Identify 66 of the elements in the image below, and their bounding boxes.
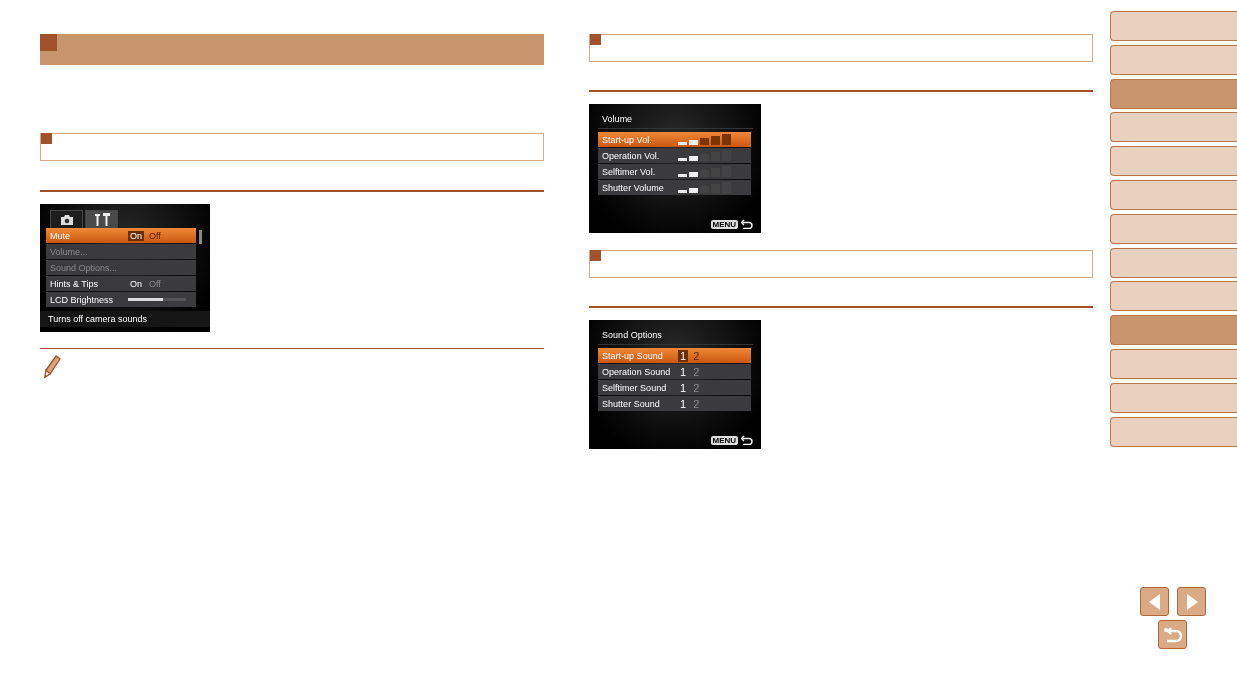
hint-text: Turns off camera sounds xyxy=(40,311,210,327)
tools-icon xyxy=(92,213,111,226)
menu-row[interactable]: Operation Vol. xyxy=(598,148,752,163)
option-value: 2 xyxy=(692,397,701,410)
back-button[interactable] xyxy=(1158,620,1188,650)
chapter-tab[interactable] xyxy=(1110,11,1237,41)
menu-row[interactable]: Shutter Sound 1 2 xyxy=(598,396,752,411)
chapter-tab[interactable] xyxy=(1110,112,1237,143)
option-value: 2 xyxy=(692,381,701,394)
chapter-tab[interactable] xyxy=(1110,315,1237,346)
option-value: Off xyxy=(148,230,162,241)
option-value: 2 xyxy=(692,349,701,362)
menu-label: Mute xyxy=(50,230,71,241)
screen-title: Sound Options xyxy=(598,328,754,345)
brightness-slider xyxy=(128,298,186,301)
menu-label: Start-up Sound xyxy=(602,350,664,361)
menu-tab[interactable] xyxy=(85,210,118,228)
menu-row[interactable]: Selftimer Sound 1 2 xyxy=(598,380,752,395)
menu-label: Start-up Vol. xyxy=(602,134,653,145)
right-arrow-icon xyxy=(1184,592,1199,611)
option-value: On xyxy=(129,278,143,289)
menu-row[interactable]: Selftimer Vol. xyxy=(598,164,752,179)
chapter-tab[interactable] xyxy=(1110,44,1237,75)
chapter-tab[interactable] xyxy=(1110,146,1237,177)
option-value: 1 xyxy=(679,397,688,410)
chapter-tab[interactable] xyxy=(1110,416,1237,447)
menu-row[interactable]: Mute On Off xyxy=(46,228,196,243)
return-icon xyxy=(741,435,754,445)
camera-icon xyxy=(59,214,74,225)
option-value: 1 xyxy=(679,381,688,394)
chapter-tab[interactable] xyxy=(1110,247,1237,278)
return-icon xyxy=(1162,626,1183,643)
option-value: 1 xyxy=(678,349,689,362)
menu-label: LCD Brightness xyxy=(50,294,115,305)
chapter-tab[interactable] xyxy=(1110,78,1237,109)
menu-label: Selftimer Sound xyxy=(602,382,668,393)
menu-label: Hints & Tips xyxy=(50,278,99,289)
menu-label: Volume... xyxy=(50,246,89,257)
menu-key: MENU xyxy=(710,435,739,445)
menu-label: Sound Options... xyxy=(50,262,119,273)
menu-key: MENU xyxy=(710,219,739,229)
menu-row[interactable]: LCD Brightness xyxy=(46,292,196,307)
option-value: 1 xyxy=(679,365,688,378)
left-arrow-icon xyxy=(1147,592,1162,611)
chapter-tab[interactable] xyxy=(1110,180,1237,210)
chapter-tab[interactable] xyxy=(1110,213,1237,244)
option-value: Off xyxy=(148,278,162,289)
menu-tab[interactable] xyxy=(50,210,83,228)
menu-label: Shutter Volume xyxy=(602,182,665,193)
menu-row[interactable]: Operation Sound 1 2 xyxy=(598,364,752,379)
menu-row[interactable]: Start-up Sound 1 2 xyxy=(598,348,752,363)
menu-row[interactable]: Hints & Tips On Off xyxy=(46,276,196,291)
chapter-tab[interactable] xyxy=(1110,348,1237,379)
next-page-button[interactable] xyxy=(1177,587,1207,617)
return-icon xyxy=(741,219,754,229)
menu-label: Operation Vol. xyxy=(602,150,661,161)
screen-title: Volume xyxy=(598,112,754,129)
chapter-tab[interactable] xyxy=(1110,281,1237,312)
previous-page-button[interactable] xyxy=(1140,587,1170,617)
menu-label: Operation Sound xyxy=(602,366,672,377)
option-value: 2 xyxy=(692,365,701,378)
option-value: On xyxy=(128,230,144,241)
menu-row[interactable]: Shutter Volume xyxy=(598,180,752,195)
menu-label: Selftimer Vol. xyxy=(602,166,657,177)
chapter-tab[interactable] xyxy=(1110,382,1237,413)
menu-label: Shutter Sound xyxy=(602,398,661,409)
